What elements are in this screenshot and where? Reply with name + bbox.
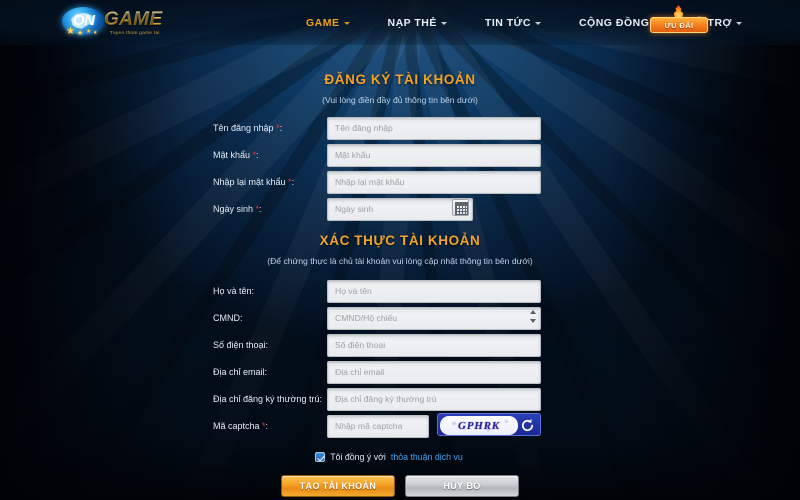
field-input[interactable]: Tên đăng nhập — [327, 116, 541, 140]
form-row: Địa chỉ email: Địa chỉ email — [0, 359, 800, 385]
field-label: Tên đăng nhập *: — [213, 123, 283, 133]
field-label-text: Ngày sinh — [213, 204, 254, 214]
nav-item-label: GAME — [306, 16, 340, 29]
captcha-required-mark: * — [259, 421, 266, 431]
field-placeholder: Địa chỉ email — [335, 367, 385, 377]
field-label: Mật khẩu *: — [213, 150, 259, 160]
captcha-reload-icon[interactable] — [519, 417, 536, 434]
terms-agreement[interactable]: Tôi đồng ý với thỏa thuận dịch vụ — [315, 452, 463, 462]
field-input[interactable]: CMND/Hộ chiếu — [327, 306, 541, 330]
required-mark: * — [273, 123, 280, 133]
field-placeholder: Mật khẩu — [335, 150, 371, 160]
field-input[interactable]: Họ và tên — [327, 279, 541, 303]
register-section-subtitle: (Vui lòng điền đầy đủ thông tin bên dưới… — [322, 95, 478, 105]
field-placeholder: Họ và tên — [335, 286, 372, 296]
promo-badge-label: ƯU ĐÃI — [650, 17, 708, 33]
field-placeholder: Số điện thoại — [335, 340, 386, 350]
field-label-text: Địa chỉ email: — [213, 367, 268, 377]
field-label-text: Tên đăng nhập — [213, 123, 274, 133]
form-row: Tên đăng nhập *: Tên đăng nhập — [0, 115, 800, 141]
nav-item-1[interactable]: GAME — [287, 0, 369, 45]
nav-item-label: CỘNG ĐỒNG — [578, 16, 650, 29]
nav-item-2[interactable]: NẠP THẺ — [369, 0, 466, 45]
spinner-icon[interactable] — [528, 310, 537, 323]
field-label: Họ và tên: — [213, 286, 325, 296]
captcha-image: GPHRK — [440, 416, 518, 435]
field-label: Ngày sinh *: — [213, 204, 262, 214]
form-row: CMND: CMND/Hộ chiếu — [0, 305, 800, 331]
field-label-text: Địa chỉ đăng ký thường trú: — [213, 394, 322, 404]
nav-item-label: TIN TỨC — [484, 16, 531, 29]
logo-on-text: ON — [73, 12, 95, 29]
form-row: Họ và tên: Họ và tên — [0, 278, 800, 304]
form-row: Địa chỉ đăng ký thường trú: Địa chỉ đăng … — [0, 386, 800, 412]
create-account-button[interactable]: TẠO TÀI KHOẢN — [281, 475, 395, 497]
nav-item-label: NẠP THẺ — [387, 16, 437, 29]
registration-content: ĐĂNG KÝ TÀI KHOẢN (Vui lòng điền đầy đủ … — [0, 45, 800, 500]
field-label-text: Nhập lại mật khẩu — [213, 177, 286, 187]
field-label: Địa chỉ đăng ký thường trú: — [213, 394, 325, 404]
captcha-input-placeholder: Nhập mã captcha — [335, 421, 403, 431]
field-placeholder: Ngày sinh — [335, 204, 374, 214]
captcha-widget: GPHRK — [437, 413, 541, 436]
chevron-down-icon — [440, 22, 447, 25]
field-placeholder: Nhập lại mật khẩu — [335, 177, 405, 187]
field-label-text: Số điện thoại: — [213, 340, 269, 350]
field-input[interactable]: Địa chỉ đăng ký thường trú — [327, 387, 541, 411]
field-placeholder: CMND/Hộ chiếu — [335, 313, 398, 323]
field-label: CMND: — [213, 313, 325, 323]
promo-badge[interactable]: ƯU ĐÃI — [650, 5, 708, 36]
captcha-label-text: Mã captcha — [213, 421, 260, 431]
form-actions: TẠO TÀI KHOẢN HỦY BỎ — [0, 475, 800, 497]
field-label: Số điện thoại: — [213, 340, 325, 350]
chevron-down-icon — [736, 22, 742, 25]
form-row: Ngày sinh *: Ngày sinh — [0, 196, 800, 222]
logo-game-text: GAME — [104, 9, 163, 30]
field-input[interactable]: Địa chỉ email — [327, 360, 541, 384]
terms-checkbox[interactable] — [315, 452, 326, 462]
verify-section-subtitle: (Để chứng thực là chủ tài khoản vui lòng… — [267, 256, 533, 266]
field-placeholder: Tên đăng nhập — [335, 123, 393, 133]
field-label: Địa chỉ email: — [213, 367, 325, 377]
field-placeholder: Địa chỉ đăng ký thường trú — [335, 394, 437, 404]
field-label-text: Họ và tên: — [213, 286, 255, 296]
site-logo[interactable]: ON GAME Tuyen thoai game tai ★ ★ ★ ★ — [62, 6, 180, 39]
required-mark: * — [250, 150, 257, 160]
terms-row: Tôi đồng ý với thỏa thuận dịch vụ — [0, 452, 800, 462]
page-root: ON GAME Tuyen thoai game tai ★ ★ ★ ★ GAME NẠ… — [0, 0, 800, 500]
field-input[interactable]: Số điện thoại — [327, 333, 541, 357]
chevron-down-icon — [534, 22, 541, 25]
field-label-text: Mật khẩu — [213, 150, 251, 160]
field-label-text: CMND: — [213, 313, 243, 323]
terms-text: Tôi đồng ý với — [330, 452, 386, 462]
form-row: Nhập lại mật khẩu *: Nhập lại mật khẩu — [0, 169, 800, 195]
verify-section-title: XÁC THỰC TÀI KHOẢN — [319, 233, 481, 248]
logo-tagline: Tuyen thoai game tai — [110, 30, 160, 35]
field-input[interactable]: Nhập lại mật khẩu — [327, 170, 541, 194]
form-row: Số điện thoại: Số điện thoại — [0, 332, 800, 358]
captcha-row: Mã captcha *: Nhập mã captcha GPHRK — [0, 413, 800, 439]
cancel-button[interactable]: HỦY BỎ — [405, 475, 519, 497]
terms-link[interactable]: thỏa thuận dịch vụ — [391, 452, 463, 462]
chevron-down-icon — [343, 22, 350, 25]
logo-stars-icon: ★ ★ ★ ★ — [66, 26, 98, 37]
site-header: ON GAME Tuyen thoai game tai ★ ★ ★ ★ GAME NẠ… — [0, 0, 800, 45]
nav-item-3[interactable]: TIN TỨC — [466, 0, 560, 45]
captcha-input[interactable]: Nhập mã captcha — [327, 414, 429, 438]
register-section-title: ĐĂNG KÝ TÀI KHOẢN — [324, 72, 476, 87]
required-mark: * — [285, 177, 292, 187]
required-mark: * — [253, 204, 260, 214]
calendar-icon[interactable] — [452, 199, 469, 216]
captcha-label: Mã captcha *: — [213, 421, 269, 431]
field-label: Nhập lại mật khẩu *: — [213, 177, 295, 187]
form-row: Mật khẩu *: Mật khẩu — [0, 142, 800, 168]
field-input[interactable]: Mật khẩu — [327, 143, 541, 167]
